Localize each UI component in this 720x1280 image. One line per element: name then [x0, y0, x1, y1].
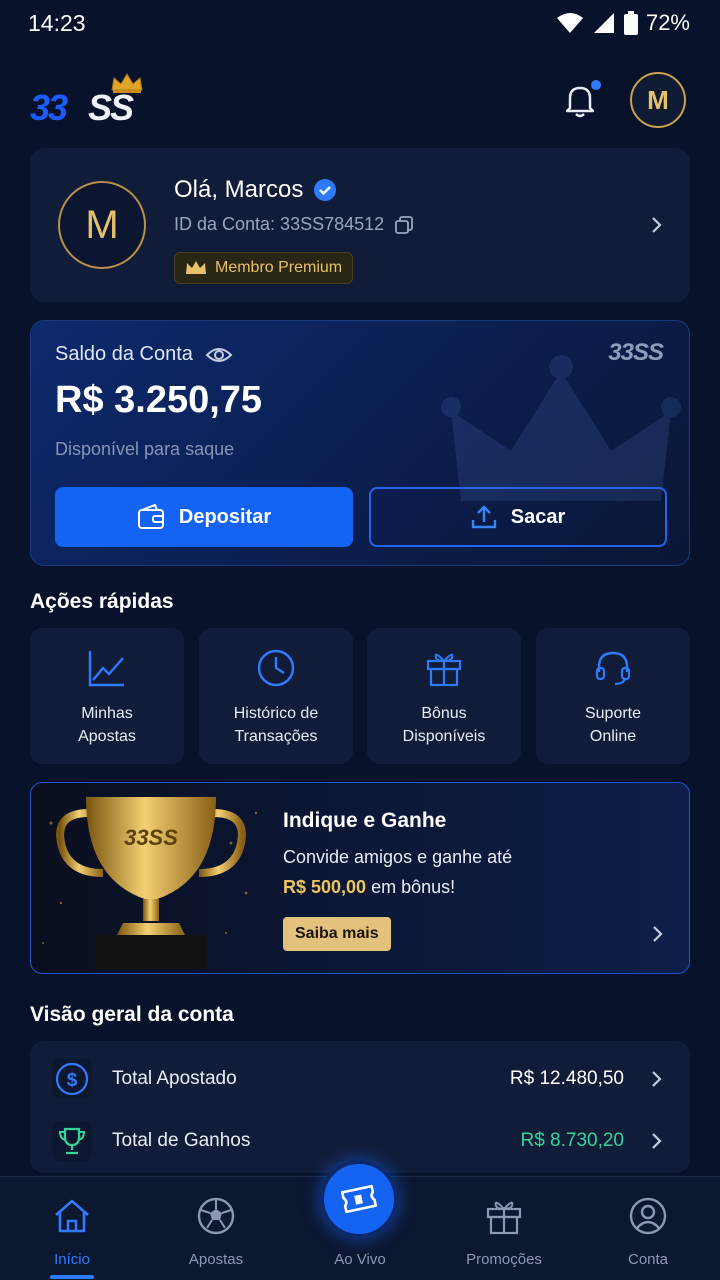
balance-title: Saldo da Conta — [55, 343, 193, 365]
ticket-icon — [340, 1184, 378, 1214]
quick-action-bonus[interactable]: Bônus Disponíveis — [367, 628, 521, 764]
battery-icon — [623, 11, 638, 35]
trophy-icon — [58, 1127, 86, 1155]
nav-label: Promoções — [466, 1251, 542, 1268]
chevron-right-icon — [653, 926, 663, 942]
account-id-row: ID da Conta: 33SS784512 — [174, 214, 414, 235]
referral-banner[interactable]: 33SS Indique e Ganhe Convide amigos e ga… — [30, 782, 690, 974]
overview-value: R$ 12.480,50 — [509, 1068, 624, 1089]
eye-icon[interactable] — [205, 345, 233, 365]
svg-text:33: 33 — [30, 87, 68, 126]
home-icon — [55, 1199, 89, 1233]
crown-icon — [186, 261, 206, 274]
header-avatar[interactable]: M — [630, 72, 686, 128]
quick-action-label: Histórico de Transações — [233, 705, 319, 745]
wallet-icon — [137, 504, 164, 529]
profile-avatar: M — [58, 181, 146, 269]
battery-level: 72% — [645, 10, 690, 35]
balance-subtitle: Disponível para saque — [55, 439, 235, 459]
dollar-icon: $ — [55, 1062, 89, 1096]
status-time: 14:23 — [28, 10, 86, 36]
gift-icon — [426, 653, 462, 687]
referral-title: Indique e Ganhe — [283, 809, 447, 832]
nav-label: Ao Vivo — [334, 1251, 386, 1268]
profile-card[interactable]: M Olá, Marcos ID da Conta: 33SS784512 Me… — [30, 148, 690, 302]
chevron-right-icon — [652, 217, 662, 233]
headset-icon — [595, 651, 631, 686]
balance-brand: 33SS — [608, 339, 664, 366]
trophy-image: 33SS — [42, 797, 258, 969]
nav-label: Conta — [627, 1251, 669, 1268]
quick-actions-title: Ações rápidas — [30, 590, 174, 613]
gift-icon — [486, 1201, 522, 1235]
overview-row-total-bet[interactable]: $ Total Apostado R$ 12.480,50 — [30, 1048, 690, 1110]
balance-value: R$ 3.250,75 — [55, 379, 263, 421]
quick-action-label: Bônus Disponíveis — [402, 705, 486, 745]
trophy-text: 33SS — [124, 825, 178, 850]
referral-line2-rest: em bônus! — [366, 877, 456, 897]
quick-action-my-bets[interactable]: Minhas Apostas — [30, 628, 184, 764]
balance-title-row: Saldo da Conta — [55, 343, 233, 366]
quick-action-label: Minhas Apostas — [78, 705, 136, 745]
upload-icon — [471, 505, 496, 529]
withdraw-label: Sacar — [510, 505, 566, 528]
user-circle-icon — [629, 1197, 667, 1235]
dollar-icon-box: $ — [52, 1059, 92, 1099]
clock-icon — [257, 649, 295, 687]
premium-badge: Membro Premium — [174, 252, 354, 284]
profile-greeting-row: Olá, Marcos — [174, 176, 337, 204]
profile-greeting: Olá, Marcos — [174, 176, 304, 203]
overview-title: Visão geral da conta — [30, 1003, 234, 1026]
overview-card: $ Total Apostado R$ 12.480,50 Total de G… — [30, 1041, 690, 1173]
live-button[interactable] — [320, 1160, 398, 1238]
status-bar: 14:23 72% — [0, 0, 720, 48]
nav-bets[interactable]: Apostas — [156, 1195, 276, 1268]
chart-line-icon — [88, 651, 124, 687]
chevron-right-icon — [652, 1071, 662, 1087]
svg-text:SS: SS — [88, 87, 134, 126]
account-id: ID da Conta: 33SS784512 — [174, 214, 385, 234]
referral-line1: Convide amigos e ganhe até — [283, 847, 513, 867]
copy-icon[interactable] — [394, 215, 414, 235]
deposit-label: Depositar — [178, 505, 272, 528]
soccer-ball-icon — [197, 1197, 235, 1235]
nav-label: Início — [54, 1251, 90, 1268]
balance-card: Saldo da Conta 33SS R$ 3.250,75 Disponív… — [30, 320, 690, 566]
svg-text:$: $ — [67, 1070, 78, 1091]
nav-account[interactable]: Conta — [588, 1195, 708, 1268]
chevron-right-icon — [652, 1133, 662, 1149]
verified-icon — [314, 179, 337, 201]
referral-line2: R$ 500,00 em bônus! — [283, 877, 455, 898]
overview-value: R$ 8.730,20 — [520, 1130, 624, 1151]
deposit-button[interactable]: Depositar — [55, 487, 353, 547]
quick-action-label: Suporte Online — [584, 705, 642, 745]
learn-more-button[interactable]: Saiba mais — [283, 917, 391, 951]
wifi-icon — [556, 13, 583, 33]
app-logo[interactable]: 33 SS — [30, 70, 150, 126]
referral-amount: R$ 500,00 — [283, 877, 367, 897]
nav-label: Apostas — [188, 1251, 244, 1268]
notification-dot — [591, 80, 601, 90]
quick-action-support[interactable]: Suporte Online — [536, 628, 690, 764]
overview-label: Total Apostado — [112, 1068, 237, 1089]
signal-icon — [593, 13, 614, 33]
nav-active-indicator — [50, 1275, 94, 1279]
withdraw-button[interactable]: Sacar — [369, 487, 667, 547]
trophy-icon-box — [52, 1121, 92, 1161]
nav-home[interactable]: Início — [12, 1195, 132, 1268]
overview-label: Total de Ganhos — [112, 1130, 251, 1151]
quick-action-transactions[interactable]: Histórico de Transações — [199, 628, 353, 764]
premium-badge-label: Membro Premium — [215, 259, 343, 276]
nav-promotions[interactable]: Promoções — [444, 1195, 564, 1268]
